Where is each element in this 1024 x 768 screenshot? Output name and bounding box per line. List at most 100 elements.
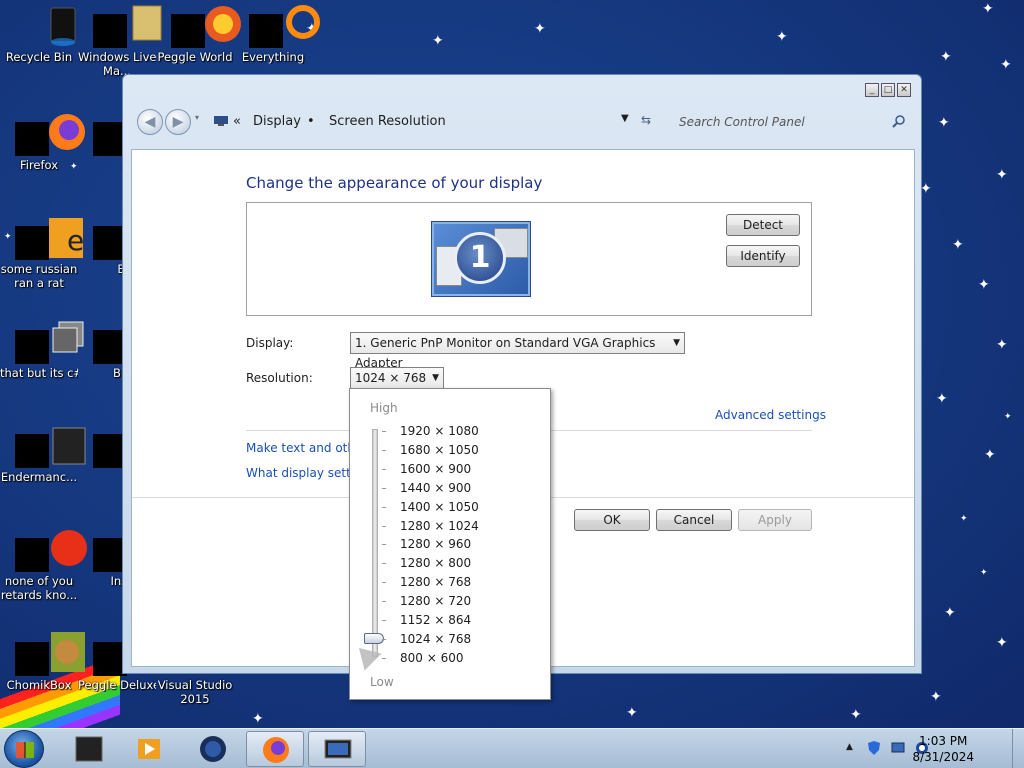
desktop-icon-label: Firefox	[19, 158, 59, 172]
search-box[interactable]: Search Control Panel	[671, 109, 911, 135]
resolution-option[interactable]: 1152 × 864	[400, 613, 471, 627]
show-hidden-icons-icon[interactable]: ▲	[846, 742, 853, 752]
identify-button[interactable]: Identify	[726, 245, 800, 267]
resolution-option[interactable]: 1920 × 1080	[400, 424, 479, 438]
resolution-option[interactable]: 1440 × 900	[400, 481, 471, 495]
taskbar-item-app[interactable]	[60, 731, 118, 767]
display-select[interactable]: 1. Generic PnP Monitor on Standard VGA G…	[350, 332, 685, 370]
apply-button[interactable]: Apply	[738, 509, 812, 531]
star: ✦	[944, 605, 956, 621]
star: ✦	[1000, 57, 1012, 73]
desktop-icon-label: Peggle World	[157, 50, 233, 64]
star: ✦	[930, 689, 942, 705]
taskbar-item-control-panel[interactable]	[308, 731, 366, 767]
close-button[interactable]: ✕	[897, 83, 911, 97]
desktop-icon-label: Peggle Deluxe	[78, 678, 156, 692]
breadcrumb-screen-resolution[interactable]: Screen Resolution	[329, 114, 446, 129]
desktop-icon-peggle-world[interactable]: Peggle World	[156, 2, 241, 64]
redaction-box	[15, 642, 49, 676]
low-label: Low	[370, 675, 394, 689]
network-icon[interactable]	[890, 740, 906, 756]
firefox-icon	[263, 737, 289, 763]
star: ✦	[776, 29, 788, 45]
resolution-slider-track[interactable]	[372, 429, 378, 657]
star: ✦	[996, 337, 1008, 353]
resolution-option[interactable]: 1280 × 720	[400, 594, 471, 608]
taskbar: ▲ 1:03 PM 8/31/2024	[0, 728, 1024, 768]
clock[interactable]: 1:03 PM 8/31/2024	[912, 733, 974, 765]
back-button[interactable]: ◀	[137, 109, 163, 135]
resolution-option[interactable]: 1400 × 1050	[400, 500, 479, 514]
taskbar-item-globe[interactable]	[184, 731, 242, 767]
resolution-option[interactable]: 800 × 600	[400, 651, 464, 665]
shield-icon[interactable]	[866, 740, 882, 756]
breadcrumb-separator[interactable]: •	[307, 114, 315, 129]
maximize-button[interactable]: □	[881, 83, 895, 97]
ok-button[interactable]: OK	[574, 509, 650, 531]
address-bar[interactable]: « Display • Screen Resolution ▼	[207, 109, 637, 135]
resolution-option[interactable]: 1280 × 800	[400, 556, 471, 570]
minimize-button[interactable]: _	[865, 83, 879, 97]
desktop-icon-endermanch[interactable]: Endermanc...	[0, 422, 86, 484]
show-desktop-button[interactable]	[1012, 729, 1024, 768]
clock-date: 8/31/2024	[912, 750, 974, 764]
desktop-icon-label: none of you retards kno...	[0, 574, 78, 602]
desktop-icon-label: Recycle Bin	[5, 50, 73, 64]
resolution-option[interactable]: 1280 × 1024	[400, 519, 479, 533]
search-icon	[892, 115, 905, 128]
desktop-icon-firefox[interactable]: Firefox	[0, 110, 85, 172]
resolution-select-value: 1024 × 768	[355, 371, 427, 385]
resolution-option[interactable]: 1024 × 768	[400, 632, 471, 646]
desktop-icon-label: Endermanc...	[0, 470, 78, 484]
control-panel-icon	[214, 116, 228, 126]
monitor-1-thumbnail[interactable]: 1	[431, 221, 531, 297]
media-player-icon	[138, 739, 160, 759]
forward-button[interactable]: ▶	[165, 109, 191, 135]
redaction-box	[15, 226, 49, 260]
navigation-bar: ◀ ▶ ▾ « Display • Screen Resolution ▼ ⇆ …	[131, 101, 915, 149]
breadcrumb-display[interactable]: Display	[253, 114, 301, 129]
taskbar-item-media-player[interactable]	[120, 731, 178, 767]
slider-tick	[382, 449, 386, 451]
desktop-icon-everything[interactable]: Everything	[234, 2, 320, 64]
desktop-icon-recycle-bin[interactable]: Recycle Bin	[0, 2, 78, 64]
address-dropdown-icon[interactable]: ▼	[621, 113, 629, 124]
star: ✦	[534, 21, 546, 37]
globe-icon	[200, 736, 226, 762]
star: ✦	[432, 33, 444, 49]
start-button[interactable]	[4, 730, 44, 768]
recent-pages-icon[interactable]: ▾	[195, 113, 199, 122]
redaction-box	[249, 14, 283, 48]
slider-tick	[382, 506, 386, 508]
resolution-option[interactable]: 1680 × 1050	[400, 443, 479, 457]
taskbar-item-firefox[interactable]	[246, 731, 304, 767]
redaction-box	[15, 538, 49, 572]
slider-tick	[382, 431, 386, 432]
redaction-box	[15, 122, 49, 156]
slider-tick	[382, 563, 386, 565]
caption-buttons: _ □ ✕	[865, 83, 911, 97]
desktop-icon-windows-live-mail[interactable]: Windows Live Ma...	[78, 2, 162, 78]
advanced-settings-link[interactable]: Advanced settings	[715, 408, 826, 422]
resolution-select[interactable]: 1024 × 768 ▼	[350, 367, 444, 389]
desktop-icon-that-but-its-csharp[interactable]: that but its c#	[0, 318, 84, 380]
chevron-down-icon: ▼	[432, 373, 439, 383]
refresh-icon[interactable]: ⇆	[641, 113, 651, 127]
chevron-down-icon: ▼	[673, 338, 680, 348]
desktop-icon-label: that but its c#	[0, 366, 78, 380]
resolution-option[interactable]: 1600 × 900	[400, 462, 471, 476]
desktop-icon-some-russian[interactable]: e some russian ran a rat	[0, 214, 84, 290]
star: ✦	[952, 237, 964, 253]
display-settings-icon	[324, 739, 352, 759]
resolution-option[interactable]: 1280 × 768	[400, 575, 471, 589]
desktop-icon-none-of-you[interactable]: none of you retards kno...	[0, 526, 87, 602]
cancel-button[interactable]: Cancel	[656, 509, 732, 531]
redaction-box	[15, 434, 49, 468]
breadcrumb-overflow[interactable]: «	[233, 114, 241, 129]
detect-button[interactable]: Detect	[726, 214, 800, 236]
desktop-icon-chomikbox[interactable]: ChomikBox	[0, 630, 85, 692]
system-tray: ▲ 1:03 PM 8/31/2024	[842, 729, 1024, 768]
resolution-option[interactable]: 1280 × 960	[400, 537, 471, 551]
high-label: High	[370, 401, 398, 415]
star: ✦	[940, 49, 952, 65]
